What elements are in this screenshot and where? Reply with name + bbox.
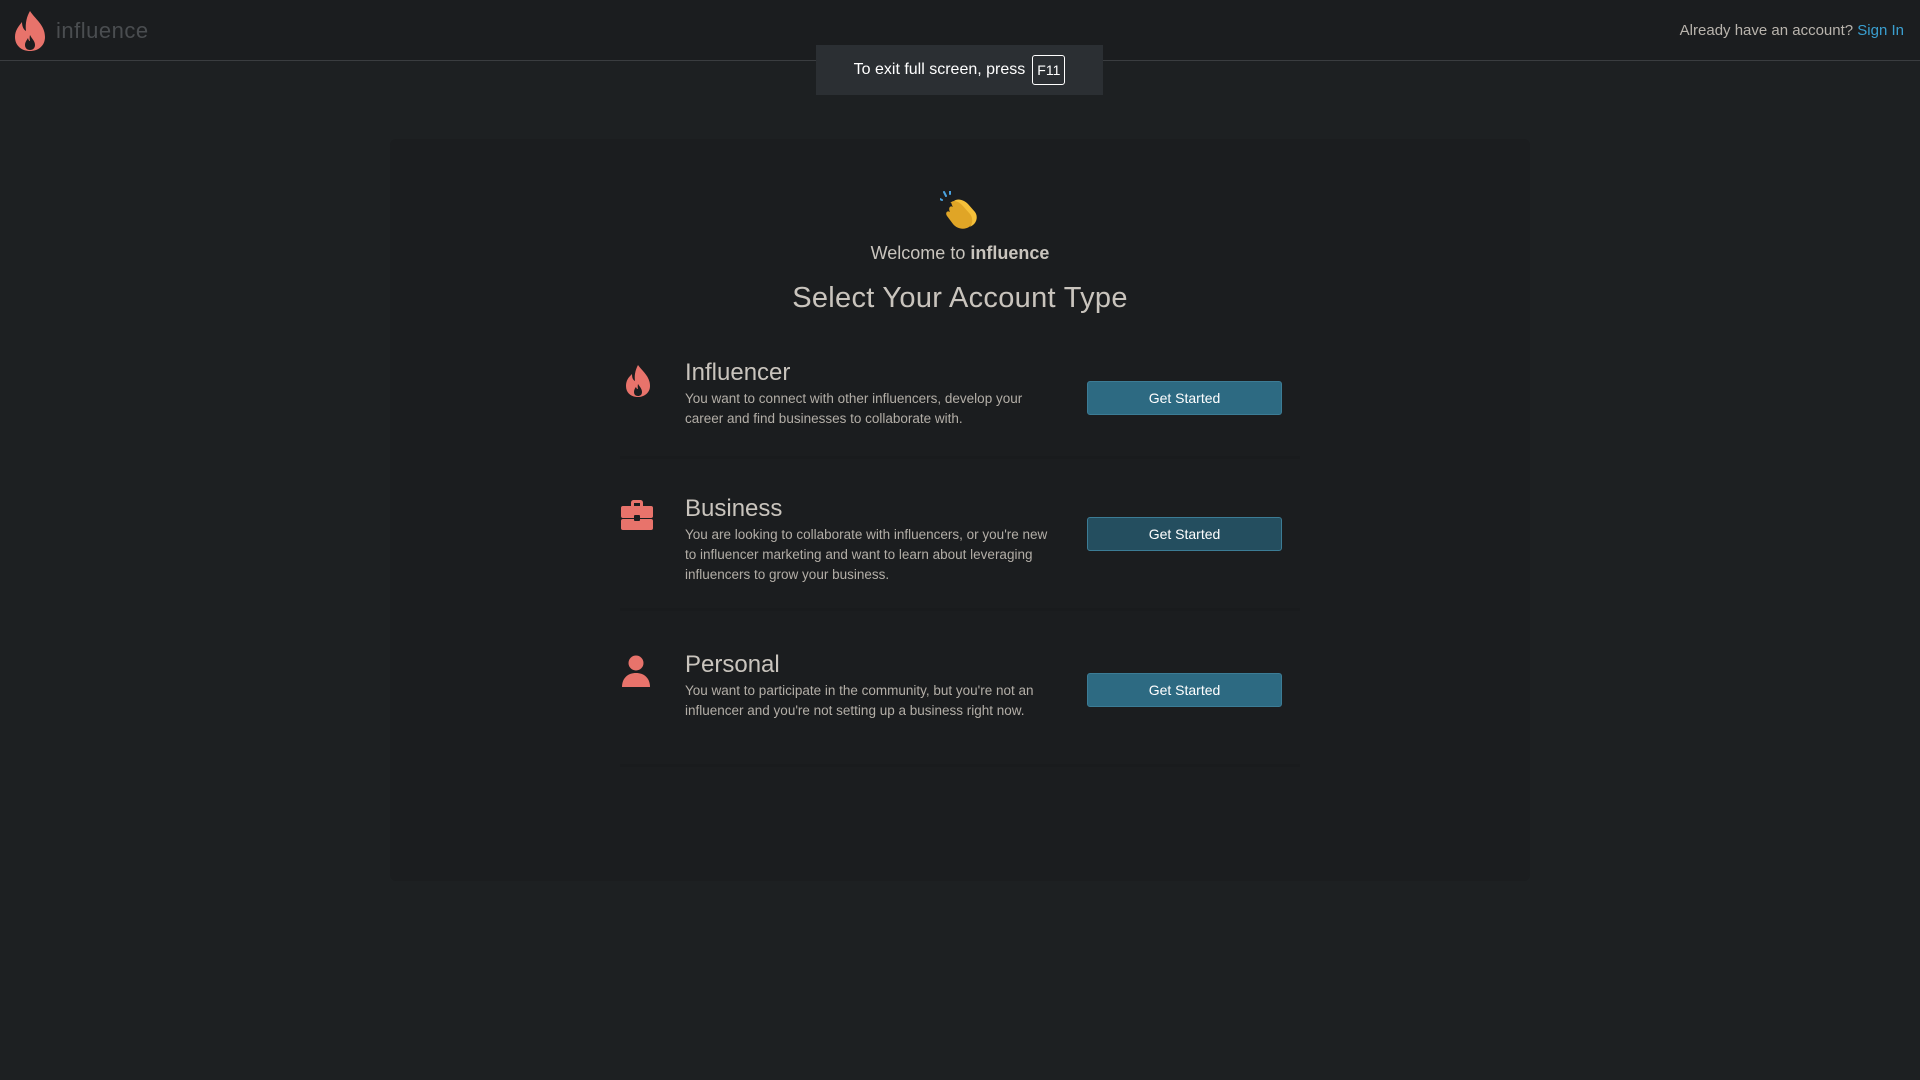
briefcase-icon (621, 500, 653, 530)
clapping-hands-icon (940, 191, 977, 229)
option-title: Business (685, 495, 783, 522)
brand-name: influence (56, 18, 149, 43)
get-started-business-button[interactable]: Get Started (1087, 517, 1282, 551)
person-icon (622, 655, 650, 687)
fullscreen-key-badge: F11 (1032, 55, 1066, 85)
option-description: You want to participate in the community… (685, 683, 1034, 718)
signin-area: Already have an account? Sign In (1680, 22, 1904, 39)
option-description: You are looking to collaborate with infl… (685, 527, 1048, 582)
signin-prompt: Already have an account? (1679, 22, 1854, 39)
option-title: Personal (685, 651, 780, 678)
flame-icon (626, 365, 650, 397)
get-started-personal-button[interactable]: Get Started (1087, 673, 1282, 707)
account-option-personal: Personal You want to participate in the … (620, 643, 1300, 767)
option-title: Influencer (685, 359, 791, 386)
option-description: You want to connect with other influence… (685, 391, 1023, 426)
account-option-influencer: Influencer You want to connect with othe… (620, 351, 1300, 459)
fullscreen-notice: To exit full screen, press F11 (816, 45, 1103, 95)
flame-logo-icon (15, 11, 45, 51)
signin-link[interactable]: Sign In (1857, 22, 1904, 39)
account-type-card: Welcome to influence Select Your Account… (390, 139, 1530, 881)
welcome-prefix: Welcome to (870, 243, 966, 263)
welcome-brand: influence (970, 243, 1050, 263)
fullscreen-notice-text: To exit full screen, press (853, 61, 1026, 78)
welcome-heading: Welcome to influence (390, 243, 1530, 264)
brand-logo[interactable]: influence (13, 10, 149, 52)
page-title: Select Your Account Type (792, 282, 1128, 314)
get-started-influencer-button[interactable]: Get Started (1087, 381, 1282, 415)
account-option-business: Business You are looking to collaborate … (620, 487, 1300, 611)
